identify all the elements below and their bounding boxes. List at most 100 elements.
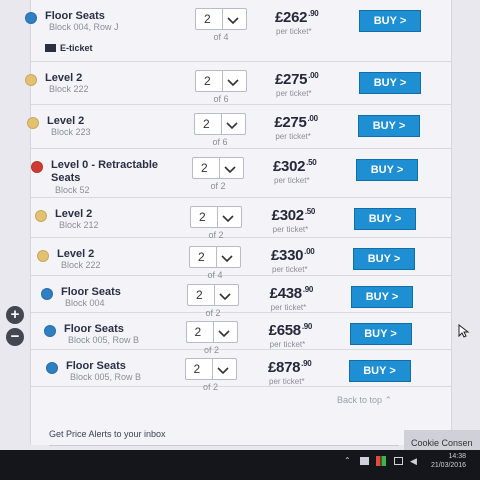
select-divider: [217, 207, 218, 227]
section-color-dot: [27, 117, 39, 129]
listing-row: Floor Seats Block 005, Row B 2 of 2 £658.90 p…: [31, 313, 451, 355]
block-info: Block 005, Row B: [68, 335, 140, 345]
price-pence: .50: [304, 207, 316, 216]
block-info: Block 223: [51, 127, 91, 137]
envelope-icon: [45, 44, 56, 52]
per-ticket-note: per ticket*: [270, 303, 307, 312]
price-pence: .90: [302, 285, 314, 294]
price-alerts-section[interactable]: Get Price Alerts to your inbox: [49, 424, 399, 446]
clock-time: 14:38: [448, 453, 466, 460]
quantity-select[interactable]: 2: [195, 70, 247, 92]
quantity-value: 2: [193, 362, 201, 376]
per-ticket-note: per ticket*: [275, 132, 311, 141]
listing-row: Level 2 Block 223 2 of 6 £275.00 per ticket* B…: [27, 105, 451, 149]
select-divider: [222, 71, 223, 91]
section-color-dot: [35, 210, 47, 222]
back-to-top-link[interactable]: Back to top ⌃: [337, 395, 392, 406]
tray-chevron-icon[interactable]: ⌃: [344, 456, 351, 465]
price-pence: .90: [308, 9, 319, 18]
select-divider: [212, 322, 214, 342]
quantity-select[interactable]: 2: [194, 113, 246, 135]
chevron-down-icon: [222, 210, 234, 228]
quantity-select[interactable]: 2: [195, 8, 247, 30]
per-ticket-note: per ticket*: [269, 340, 306, 349]
listing-row: Floor Seats Block 004, Row J 2 of 4 £262.90 p…: [25, 0, 451, 62]
available-count: of 2: [210, 181, 226, 191]
price-pence: .00: [308, 71, 319, 80]
price-pounds: £302: [271, 207, 304, 224]
quantity-select[interactable]: 2: [192, 157, 244, 179]
buy-button[interactable]: BUY >: [359, 72, 421, 94]
buy-button[interactable]: BUY >: [351, 286, 413, 308]
chevron-up-icon: ⌃: [384, 395, 393, 405]
section-color-dot: [31, 161, 43, 173]
block-info: Block 004, Row J: [49, 22, 119, 32]
quantity-select[interactable]: 2: [190, 206, 242, 228]
network-icon[interactable]: [394, 457, 403, 465]
ticket-price: £302.50: [271, 207, 316, 224]
block-info: Block 005, Row B: [70, 372, 142, 382]
quantity-select[interactable]: 2: [185, 321, 238, 343]
volume-icon[interactable]: ◀: [410, 456, 417, 467]
price-pounds: £878: [268, 359, 301, 376]
ticket-price: £262.90: [275, 9, 319, 26]
chevron-down-icon: [227, 74, 239, 92]
buy-button[interactable]: BUY >: [356, 159, 418, 181]
quantity-select[interactable]: 2: [187, 284, 239, 306]
select-divider: [211, 359, 213, 379]
system-clock[interactable]: 14:38 21/03/2016: [431, 452, 466, 470]
section-color-dot: [25, 74, 37, 86]
section-color-dot: [37, 250, 49, 262]
cookie-consent-label: Cookie Consen: [411, 438, 473, 448]
price-pence: .90: [301, 359, 312, 368]
price-pence: .00: [304, 247, 315, 256]
select-divider: [221, 114, 222, 134]
listing-row: Level 2 Block 222 2 of 4 £330.00 per ticket* B…: [31, 238, 451, 280]
select-divider: [214, 285, 215, 305]
available-count: of 6: [213, 94, 229, 104]
price-pounds: £658: [268, 322, 301, 339]
buy-button[interactable]: BUY >: [353, 248, 415, 270]
ticket-price: £438.90: [269, 285, 314, 302]
buy-button[interactable]: BUY >: [354, 208, 416, 230]
price-pounds: £275: [274, 114, 307, 131]
minus-icon: −: [10, 328, 20, 345]
per-ticket-note: per ticket*: [269, 377, 305, 386]
per-ticket-note: per ticket*: [276, 89, 312, 98]
windows-logo-icon[interactable]: [376, 456, 386, 466]
ticket-price: £878.90: [268, 359, 312, 376]
quantity-value: 2: [194, 325, 202, 339]
chevron-down-icon: [227, 12, 239, 30]
quantity-value: 2: [201, 161, 208, 175]
available-count: of 4: [213, 32, 229, 42]
chevron-down-icon: [219, 288, 231, 306]
price-pounds: £275: [275, 71, 308, 88]
chevron-down-icon: [226, 117, 238, 135]
cookie-consent-tab[interactable]: Cookie Consen: [404, 430, 480, 450]
listing-row: Level 0 - Retractable Seats Block 52 2 of 2…: [31, 149, 451, 198]
quantity-value: 2: [204, 12, 211, 26]
price-pounds: £438: [269, 285, 302, 302]
quantity-select[interactable]: 2: [189, 246, 241, 268]
buy-button[interactable]: BUY >: [359, 10, 421, 32]
eticket-badge: E-ticket: [45, 43, 93, 53]
price-pounds: £302: [273, 158, 306, 175]
price-pence: .90: [301, 322, 313, 331]
ticket-listings-panel: Floor Seats Block 004, Row J 2 of 4 £262.90 p…: [25, 0, 452, 446]
buy-button[interactable]: BUY >: [348, 360, 411, 382]
block-info: Block 212: [59, 220, 99, 230]
buy-button[interactable]: BUY >: [358, 115, 420, 137]
block-info: Block 222: [49, 84, 89, 94]
ticket-price: £658.90: [268, 322, 313, 339]
quantity-select[interactable]: 2: [184, 358, 237, 380]
block-info: Block 004: [65, 298, 105, 308]
zoom-in-button[interactable]: +: [6, 306, 24, 324]
buy-button[interactable]: BUY >: [349, 323, 412, 345]
zoom-out-button[interactable]: −: [6, 328, 24, 346]
section-color-dot: [41, 288, 53, 300]
windows-taskbar: ⌃ ◀ 14:38 21/03/2016: [0, 450, 480, 480]
available-count: of 2: [202, 382, 218, 392]
flag-icon[interactable]: [360, 457, 369, 465]
quantity-value: 2: [196, 288, 203, 302]
select-divider: [216, 247, 217, 267]
